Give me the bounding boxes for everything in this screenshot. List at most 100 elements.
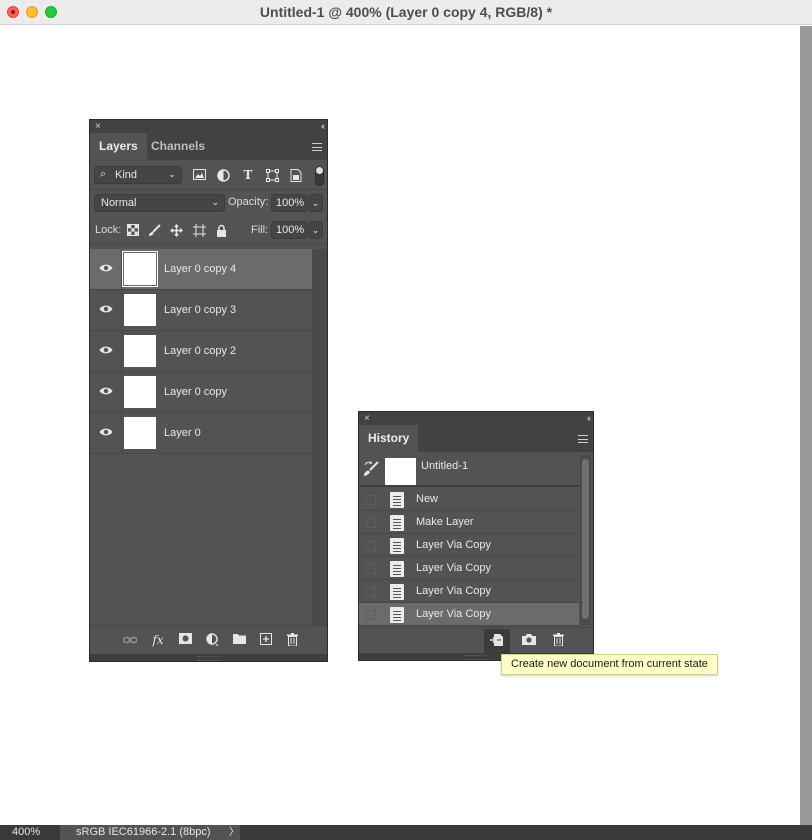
layer-name[interactable]: Layer 0 bbox=[164, 427, 201, 439]
lock-row: Lock: Fill: 100% ⌄ bbox=[90, 216, 327, 245]
history-state-row[interactable]: Make Layer bbox=[359, 511, 579, 534]
new-document-from-state-icon[interactable] bbox=[490, 633, 504, 647]
lock-all-icon[interactable] bbox=[215, 224, 228, 237]
color-profile-info: sRGB IEC61966-2.1 (8bpc) bbox=[76, 826, 211, 838]
search-icon: ⌕ bbox=[100, 168, 107, 180]
add-mask-icon[interactable] bbox=[178, 633, 192, 647]
layer-name[interactable]: Layer 0 copy 4 bbox=[164, 263, 236, 275]
document-icon bbox=[390, 538, 404, 554]
layer-name[interactable]: Layer 0 copy 2 bbox=[164, 345, 236, 357]
history-scrollbar[interactable] bbox=[580, 455, 591, 625]
adjustment-layer-icon[interactable] bbox=[206, 633, 220, 647]
filter-kind-select[interactable]: ⌕ Kind ⌄ bbox=[94, 166, 182, 184]
collapse-panel-icon[interactable]: ‹‹ bbox=[587, 412, 591, 425]
layer-row[interactable]: Layer 0 copy 3 bbox=[90, 290, 312, 331]
history-source-checkbox[interactable] bbox=[366, 518, 376, 528]
history-state-row[interactable]: Layer Via Copy bbox=[359, 557, 579, 580]
close-panel-icon[interactable]: × bbox=[95, 120, 101, 133]
blend-mode-select[interactable]: Normal ⌄ bbox=[94, 194, 225, 212]
adjustment-filter-icon[interactable] bbox=[216, 169, 230, 182]
collapse-panel-icon[interactable]: ‹‹ bbox=[321, 120, 325, 133]
history-state-name[interactable]: Layer Via Copy bbox=[416, 539, 491, 551]
vertical-scrollbar[interactable] bbox=[798, 26, 812, 826]
history-state-name[interactable]: Layer Via Copy bbox=[416, 562, 491, 574]
history-source-checkbox[interactable] bbox=[366, 564, 376, 574]
tab-channels[interactable]: Channels bbox=[142, 133, 214, 160]
history-state-name[interactable]: Make Layer bbox=[416, 516, 473, 528]
layer-thumbnail[interactable] bbox=[124, 335, 156, 367]
history-state-row[interactable]: Layer Via Copy bbox=[359, 534, 579, 557]
lock-position-icon[interactable] bbox=[170, 224, 183, 237]
fill-label: Fill: bbox=[251, 224, 269, 236]
delete-layer-icon[interactable] bbox=[285, 633, 299, 647]
visibility-eye-icon[interactable] bbox=[90, 331, 122, 371]
history-source-checkbox[interactable] bbox=[366, 541, 376, 551]
history-tabbar: History bbox=[359, 425, 593, 452]
status-menu-arrow-icon[interactable]: 〉 bbox=[229, 825, 239, 840]
chevron-down-icon: ⌄ bbox=[211, 197, 219, 207]
layers-scrollbar[interactable] bbox=[312, 249, 327, 625]
snapshot-name[interactable]: Untitled-1 bbox=[421, 460, 468, 472]
history-state-name[interactable]: New bbox=[416, 493, 438, 505]
opacity-dropdown-chevron-icon[interactable]: ⌄ bbox=[308, 194, 323, 212]
close-panel-icon[interactable]: × bbox=[364, 412, 370, 425]
zoom-level-field[interactable]: 400% bbox=[0, 825, 60, 840]
lock-image-pixels-icon[interactable] bbox=[148, 224, 161, 237]
layer-thumbnail[interactable] bbox=[124, 294, 156, 326]
image-filter-icon[interactable] bbox=[192, 169, 206, 182]
link-layers-icon[interactable] bbox=[122, 633, 138, 647]
layer-row[interactable]: Layer 0 copy 2 bbox=[90, 331, 312, 372]
visibility-eye-icon[interactable] bbox=[90, 372, 122, 412]
panel-menu-icon[interactable] bbox=[578, 435, 588, 443]
visibility-eye-icon[interactable] bbox=[90, 290, 122, 330]
history-source-checkbox[interactable] bbox=[366, 610, 376, 620]
layers-panel: × ‹‹ Layers Channels ⌕ Kind ⌄ T Normal ⌄… bbox=[89, 119, 328, 662]
document-icon bbox=[390, 561, 404, 577]
lock-artboard-icon[interactable] bbox=[193, 224, 206, 237]
layer-row[interactable]: Layer 0 copy bbox=[90, 372, 312, 413]
layer-row[interactable]: Layer 0 copy 4 bbox=[90, 249, 312, 290]
layer-name[interactable]: Layer 0 copy 3 bbox=[164, 304, 236, 316]
layers-panel-topbar: × ‹‹ bbox=[90, 120, 327, 133]
snapshot-row[interactable]: Untitled-1 bbox=[359, 453, 579, 487]
history-state-row[interactable]: Layer Via Copy bbox=[359, 580, 579, 603]
visibility-eye-icon[interactable] bbox=[90, 249, 122, 289]
fx-icon[interactable]: fx bbox=[151, 633, 165, 647]
blend-row: Normal ⌄ Opacity: 100% ⌄ bbox=[90, 190, 327, 216]
layers-resize-grip[interactable] bbox=[90, 654, 327, 661]
layer-name[interactable]: Layer 0 copy bbox=[164, 386, 227, 398]
tab-layers[interactable]: Layers bbox=[90, 133, 147, 160]
layer-thumbnail[interactable] bbox=[124, 417, 156, 449]
layer-thumbnail[interactable] bbox=[124, 376, 156, 408]
tab-history[interactable]: History bbox=[359, 425, 419, 452]
history-brush-source-icon[interactable] bbox=[363, 461, 379, 477]
new-group-icon[interactable] bbox=[232, 633, 246, 647]
history-state-name[interactable]: Layer Via Copy bbox=[416, 608, 491, 620]
horizontal-scrollbar[interactable] bbox=[240, 825, 812, 840]
history-state-row-current[interactable]: Layer Via Copy bbox=[359, 603, 579, 626]
document-icon bbox=[390, 584, 404, 600]
visibility-eye-icon[interactable] bbox=[90, 413, 122, 453]
layer-thumbnail[interactable] bbox=[122, 251, 158, 287]
filter-toggle-switch[interactable] bbox=[315, 166, 324, 186]
delete-state-icon[interactable] bbox=[551, 633, 565, 647]
panel-menu-icon[interactable] bbox=[312, 143, 322, 151]
fill-dropdown-chevron-icon[interactable]: ⌄ bbox=[308, 221, 323, 239]
history-source-checkbox[interactable] bbox=[366, 495, 376, 505]
tooltip: Create new document from current state bbox=[501, 654, 718, 675]
opacity-input[interactable]: 100% bbox=[271, 194, 307, 212]
fill-input[interactable]: 100% bbox=[271, 221, 307, 239]
camera-snapshot-icon[interactable] bbox=[522, 633, 536, 647]
window-title: Untitled-1 @ 400% (Layer 0 copy 4, RGB/8… bbox=[259, 4, 553, 20]
layer-row[interactable]: Layer 0 bbox=[90, 413, 312, 454]
history-source-checkbox[interactable] bbox=[366, 587, 376, 597]
snapshot-thumbnail[interactable] bbox=[385, 458, 416, 485]
smart-object-filter-icon[interactable] bbox=[289, 169, 303, 182]
new-layer-icon[interactable] bbox=[259, 633, 273, 647]
history-state-row[interactable]: New bbox=[359, 488, 579, 511]
history-panel: × ‹‹ History Untitled-1 New Make Layer L… bbox=[358, 411, 594, 661]
type-filter-icon[interactable]: T bbox=[241, 169, 255, 182]
lock-transparent-pixels-icon[interactable] bbox=[126, 224, 139, 237]
shape-filter-icon[interactable] bbox=[265, 169, 279, 182]
history-state-name[interactable]: Layer Via Copy bbox=[416, 585, 491, 597]
